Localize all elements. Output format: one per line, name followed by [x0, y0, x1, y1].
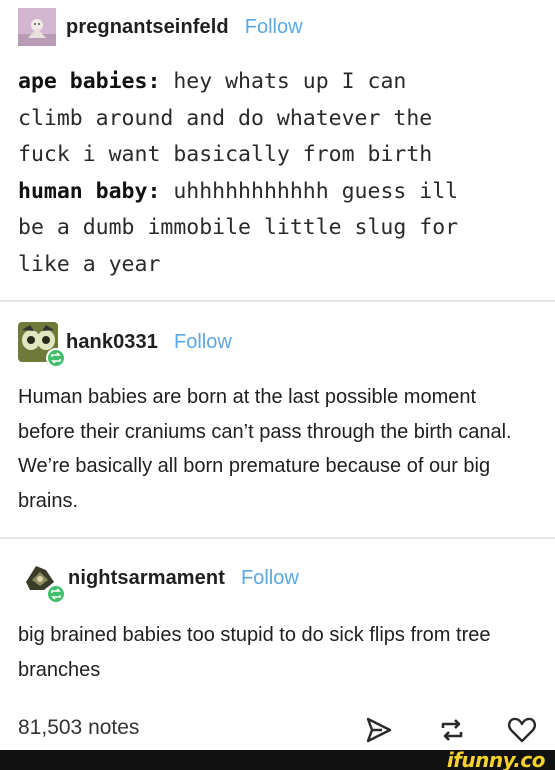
divider: [0, 300, 555, 302]
post-header: nightsarmament Follow: [22, 560, 299, 604]
post-text: big brained babies too stupid to do sick…: [18, 624, 491, 681]
speaker-label: human baby:: [18, 178, 161, 204]
follow-button[interactable]: Follow: [174, 331, 232, 354]
reblog-badge-icon: [46, 348, 66, 368]
notes-count[interactable]: 81,503 notes: [18, 716, 139, 740]
avatar-image-icon: [18, 8, 56, 46]
post-header: pregnantseinfeld Follow: [18, 8, 303, 46]
post-text: ape babies: hey whats up I can climb aro…: [18, 64, 548, 283]
divider: [0, 537, 555, 539]
username[interactable]: pregnantseinfeld: [66, 16, 229, 39]
avatar[interactable]: [18, 322, 66, 368]
username[interactable]: nightsarmament: [68, 567, 225, 590]
avatar[interactable]: [18, 8, 56, 46]
follow-button[interactable]: Follow: [245, 16, 303, 39]
reblog-badge-icon: [46, 584, 66, 604]
post-header: hank0331 Follow: [18, 322, 232, 368]
speaker-label: ape babies:: [18, 69, 161, 94]
username[interactable]: hank0331: [66, 331, 158, 354]
post-footer: 81,503 notes: [0, 708, 555, 750]
ifunny-watermark: ifunny.co: [446, 748, 546, 770]
share-icon[interactable]: [362, 714, 394, 746]
heart-icon[interactable]: [506, 714, 538, 746]
watermark-bar: ifunny.co: [0, 748, 555, 770]
follow-button[interactable]: Follow: [241, 567, 299, 590]
reblog-icon[interactable]: [436, 714, 468, 746]
avatar[interactable]: [22, 560, 66, 604]
post-text: Human babies are born at the last possib…: [18, 386, 512, 512]
